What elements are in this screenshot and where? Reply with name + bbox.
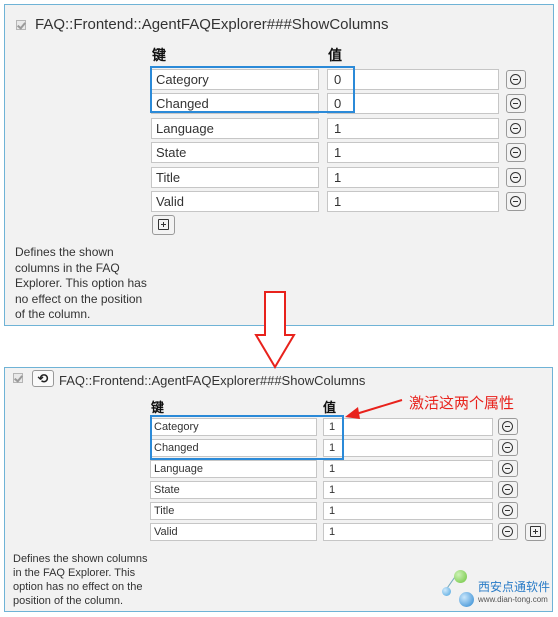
logo-name: 西安点通软件 xyxy=(478,580,551,594)
logo-ball-icon xyxy=(459,592,474,607)
company-logo: 西安点通软件 www.dian-tong.com xyxy=(440,568,555,610)
pointer-arrow-head xyxy=(345,407,360,419)
pointer-arrow-line xyxy=(355,399,403,415)
annotation-arrows xyxy=(254,291,403,419)
annotation-text: 激活这两个属性 xyxy=(409,394,515,412)
logo-ball-icon xyxy=(454,570,467,583)
down-arrow xyxy=(254,291,296,369)
logo-ball-icon xyxy=(442,587,451,596)
logo-url: www.dian-tong.com xyxy=(478,595,548,604)
